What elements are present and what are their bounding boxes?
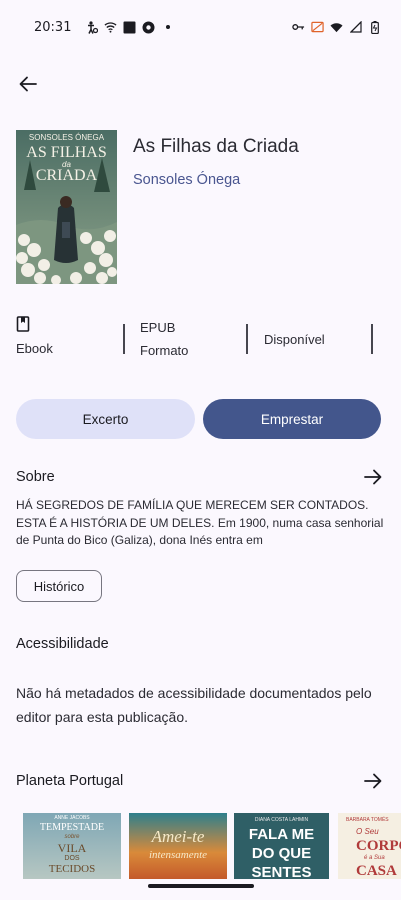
home-indicator[interactable] bbox=[148, 884, 254, 888]
arrow-forward-icon bbox=[364, 773, 382, 789]
dot-icon bbox=[161, 21, 174, 34]
accessibility-icon bbox=[85, 20, 98, 34]
meta-format-label: Formato bbox=[140, 343, 189, 358]
meta-type-label: Ebook bbox=[16, 341, 53, 356]
accessibility-description: Não há metadados de acessibilidade docum… bbox=[16, 685, 372, 725]
book-icon bbox=[16, 316, 30, 332]
publisher-book-thumb[interactable]: DIANA COSTA LAHMIN FALA ME DO QUE SENTES bbox=[234, 813, 329, 879]
thumb-text: Amei-te bbox=[151, 827, 205, 846]
meta-type: Ebook bbox=[16, 316, 53, 356]
thumb-text: é a Sua bbox=[364, 855, 385, 861]
thumb-text: DOS bbox=[64, 855, 80, 862]
wifi-icon bbox=[330, 21, 343, 34]
thumb-text: O Seu bbox=[356, 827, 379, 836]
status-bar-left: 20:31 bbox=[34, 20, 174, 35]
thumb-text: TEMPESTADE bbox=[39, 822, 105, 833]
thumb-text: SENTES bbox=[251, 864, 312, 879]
meta-divider bbox=[371, 324, 373, 354]
back-button[interactable] bbox=[10, 66, 46, 102]
thumb-text: BARBARA TOMÉS bbox=[346, 817, 389, 823]
publisher-heading: Planeta Portugal bbox=[16, 773, 124, 789]
thumb-text: sobre bbox=[64, 834, 80, 840]
cover-title-line2: CRIADA bbox=[35, 167, 98, 184]
thumb-text: VILA bbox=[57, 841, 87, 855]
thumb-text: DIANA COSTA LAHMIN bbox=[254, 817, 309, 823]
no-sim-icon bbox=[311, 21, 324, 34]
status-time: 20:31 bbox=[34, 19, 72, 35]
thumb-text: intensamente bbox=[148, 849, 208, 861]
excerpt-button[interactable]: Excerto bbox=[16, 399, 195, 439]
status-bar: 20:31 bbox=[0, 0, 401, 54]
settings-app-icon bbox=[142, 21, 155, 34]
signal-icon bbox=[349, 21, 362, 34]
arrow-back-icon bbox=[19, 76, 37, 92]
accessibility-heading: Acessibilidade bbox=[16, 636, 109, 652]
app-square-icon bbox=[123, 21, 136, 34]
thumb-text: DO QUE bbox=[251, 845, 312, 862]
book-title: As Filhas da Criada bbox=[133, 136, 299, 157]
wifi-calling-icon bbox=[104, 21, 117, 34]
history-button[interactable]: Histórico bbox=[16, 570, 102, 602]
thumb-text: CASA bbox=[356, 863, 397, 879]
about-description: HÁ SEGREDOS DE FAMÍLIA QUE MERECEM SER C… bbox=[16, 498, 384, 547]
book-cover[interactable]: SONSOLES ÓNEGA AS FILHAS da CRIADA bbox=[16, 130, 117, 284]
thumb-text: TECIDOS bbox=[48, 863, 96, 875]
publisher-more-button[interactable] bbox=[362, 770, 384, 792]
thumb-text: CORPO bbox=[356, 838, 401, 854]
arrow-forward-icon bbox=[364, 469, 382, 485]
thumb-text: FALA ME bbox=[248, 826, 315, 843]
meta-format: EPUB Formato bbox=[140, 320, 188, 358]
thumb-text: ANNE JACOBS bbox=[54, 815, 90, 821]
about-heading: Sobre bbox=[16, 469, 55, 485]
book-meta-row: Ebook EPUB Formato Disponível bbox=[16, 316, 386, 364]
meta-divider bbox=[246, 324, 248, 354]
about-more-button[interactable] bbox=[362, 466, 384, 488]
publisher-book-thumb[interactable]: ANNE JACOBS TEMPESTADE sobre VILA DOS TE… bbox=[23, 813, 121, 879]
status-bar-right bbox=[292, 20, 381, 34]
borrow-button[interactable]: Emprestar bbox=[203, 399, 381, 439]
meta-divider bbox=[123, 324, 125, 354]
meta-format-value: EPUB bbox=[140, 320, 176, 335]
publisher-book-thumb[interactable]: BARBARA TOMÉS O Seu CORPO é a Sua CASA bbox=[338, 813, 401, 879]
meta-availability: Disponível bbox=[264, 332, 325, 347]
cover-author: SONSOLES ÓNEGA bbox=[28, 133, 105, 142]
key-icon bbox=[292, 21, 305, 34]
publisher-book-thumb[interactable]: Amei-te intensamente bbox=[129, 813, 227, 879]
battery-icon bbox=[368, 20, 381, 34]
book-author-link[interactable]: Sonsoles Ónega bbox=[133, 172, 240, 188]
